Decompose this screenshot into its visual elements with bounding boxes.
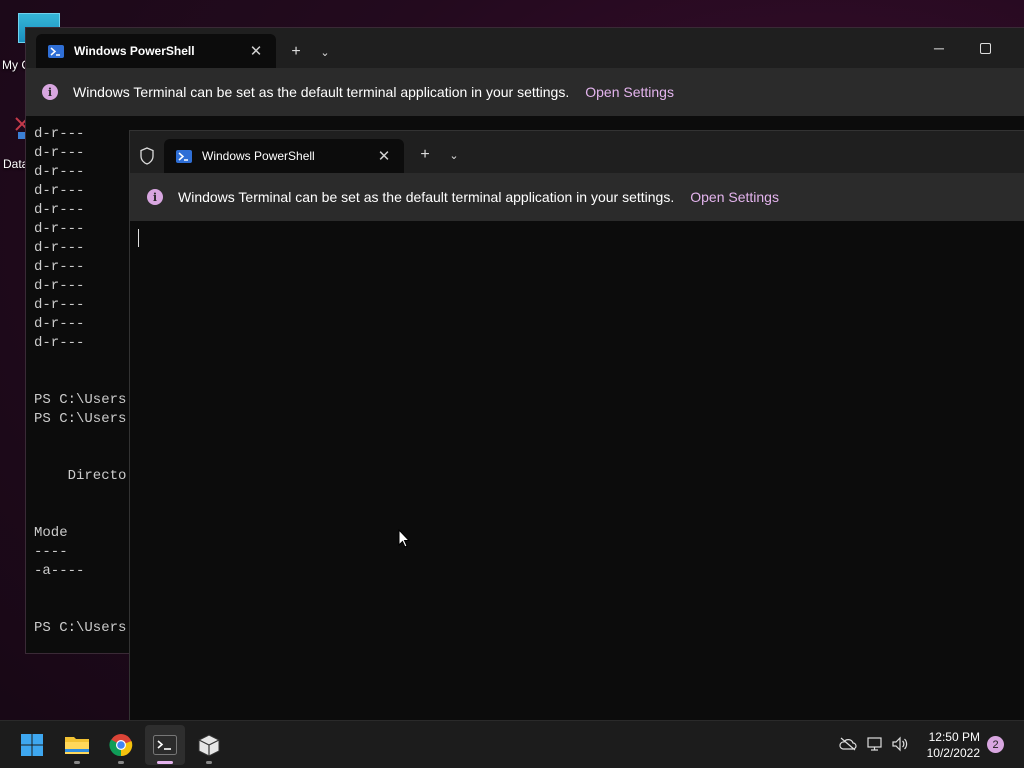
notification-badge[interactable]: 2 bbox=[987, 736, 1004, 753]
console-line: d-r--- bbox=[34, 183, 85, 199]
front-open-settings-link[interactable]: Open Settings bbox=[690, 189, 779, 205]
back-infobar: i Windows Terminal can be set as the def… bbox=[26, 68, 1024, 116]
console-line: Directo bbox=[34, 468, 127, 484]
folder-icon bbox=[65, 737, 89, 754]
powershell-icon bbox=[176, 149, 192, 163]
clock-time: 12:50 PM bbox=[928, 730, 980, 744]
active-indicator bbox=[157, 761, 173, 764]
console-line: d-r--- bbox=[34, 145, 85, 161]
running-indicator bbox=[206, 761, 212, 764]
front-terminal-window[interactable]: Windows PowerShell ✕ + ⌄ i Windows Termi… bbox=[129, 130, 1024, 730]
front-tab-title: Windows PowerShell bbox=[202, 149, 315, 163]
shield-icon bbox=[140, 147, 154, 165]
maximize-icon bbox=[979, 42, 991, 54]
info-icon: i bbox=[147, 189, 163, 205]
maximize-button[interactable] bbox=[973, 36, 997, 60]
back-console-output: d-r--- d-r--- d-r--- d-r--- d-r--- d-r--- d-r-… bbox=[34, 125, 126, 638]
running-indicator bbox=[118, 761, 124, 764]
back-infobar-message: Windows Terminal can be set as the defau… bbox=[73, 84, 570, 100]
console-line: d-r--- bbox=[34, 335, 85, 351]
console-line: ---- bbox=[34, 544, 68, 560]
terminal-icon bbox=[153, 735, 177, 755]
front-titlebar[interactable]: Windows PowerShell ✕ + ⌄ bbox=[130, 131, 1024, 173]
terminal-button[interactable] bbox=[145, 725, 185, 765]
console-line: d-r--- bbox=[34, 202, 85, 218]
chrome-button[interactable] bbox=[101, 725, 141, 765]
back-titlebar[interactable]: Windows PowerShell ✕ + ⌄ ─ bbox=[26, 28, 1024, 68]
info-icon: i bbox=[42, 84, 58, 100]
console-line: -a---- bbox=[34, 563, 85, 579]
running-indicator bbox=[74, 761, 80, 764]
console-line: Mode bbox=[34, 525, 68, 541]
front-tab-powershell[interactable]: Windows PowerShell ✕ bbox=[164, 139, 404, 173]
console-line: d-r--- bbox=[34, 259, 85, 275]
console-line: PS C:\Users bbox=[34, 620, 127, 636]
console-line: PS C:\Users bbox=[34, 411, 127, 427]
front-new-tab-button[interactable]: + bbox=[413, 143, 437, 167]
mouse-pointer-icon bbox=[398, 529, 410, 548]
minimize-button[interactable]: ─ bbox=[927, 36, 951, 60]
windows-logo-icon bbox=[21, 734, 43, 756]
console-line: PS C:\Users bbox=[34, 392, 127, 408]
back-tab-dropdown-chevron-icon[interactable]: ⌄ bbox=[313, 40, 337, 64]
onedrive-offline-icon[interactable] bbox=[838, 735, 858, 753]
package-app-button[interactable] bbox=[189, 725, 229, 765]
back-tab-close-icon[interactable]: ✕ bbox=[246, 41, 266, 61]
network-icon[interactable] bbox=[865, 735, 885, 753]
volume-icon[interactable] bbox=[890, 735, 910, 753]
front-tab-dropdown-chevron-icon[interactable]: ⌄ bbox=[442, 143, 466, 167]
console-line: d-r--- bbox=[34, 278, 85, 294]
front-infobar: i Windows Terminal can be set as the def… bbox=[130, 173, 1024, 221]
powershell-icon bbox=[48, 44, 64, 58]
back-tab-title: Windows PowerShell bbox=[74, 44, 195, 58]
console-line: d-r--- bbox=[34, 316, 85, 332]
console-line: d-r--- bbox=[34, 164, 85, 180]
file-explorer-button[interactable] bbox=[57, 725, 97, 765]
front-tab-close-icon[interactable]: ✕ bbox=[374, 146, 394, 166]
clock[interactable]: 12:50 PM 10/2/2022 bbox=[918, 729, 980, 761]
back-tab-powershell[interactable]: Windows PowerShell ✕ bbox=[36, 34, 276, 68]
text-cursor bbox=[138, 229, 139, 247]
clock-date: 10/2/2022 bbox=[926, 746, 980, 760]
console-line: d-r--- bbox=[34, 126, 85, 142]
front-infobar-message: Windows Terminal can be set as the defau… bbox=[178, 189, 675, 205]
back-new-tab-button[interactable]: + bbox=[284, 40, 308, 64]
console-line: d-r--- bbox=[34, 221, 85, 237]
box-icon bbox=[198, 734, 220, 757]
start-button[interactable] bbox=[12, 725, 52, 765]
console-line: d-r--- bbox=[34, 240, 85, 256]
console-line: d-r--- bbox=[34, 297, 85, 313]
back-open-settings-link[interactable]: Open Settings bbox=[585, 84, 674, 100]
chrome-icon bbox=[109, 734, 133, 757]
